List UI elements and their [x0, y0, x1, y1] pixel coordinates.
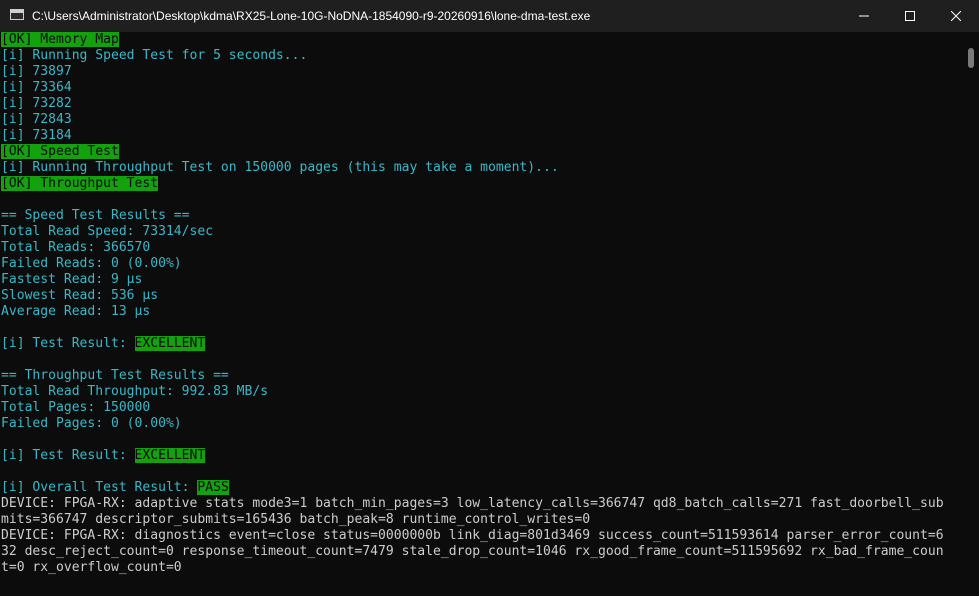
console-line: Slowest Read: 536 μs	[1, 288, 159, 303]
ok-tag: [OK]	[1, 144, 33, 159]
console-line: [i] 73364	[1, 80, 72, 95]
result-prefix: [i] Test Result:	[1, 448, 135, 463]
result-badge: EXCELLENT	[134, 336, 206, 351]
device-log-line: t=0 rx_overflow_count=0	[1, 560, 182, 575]
console-app-icon	[10, 9, 24, 20]
device-log-line: mits=366747 descriptor_submits=165436 ba…	[1, 512, 591, 527]
console-line: Total Read Speed: 73314/sec	[1, 224, 214, 239]
console-line: [OK] Memory Map	[0, 32, 963, 48]
section-heading: == Throughput Test Results ==	[1, 368, 229, 383]
console-line: [i] 73184	[1, 128, 72, 143]
console-line: [i] 73897	[1, 64, 72, 79]
close-button[interactable]	[933, 0, 979, 32]
console-line: [i] 72843	[1, 112, 72, 127]
title-bar[interactable]: C:\Users\Administrator\Desktop\kdma\RX25…	[0, 0, 979, 32]
console-output[interactable]: [OK] Memory Map [i] Running Speed Test f…	[0, 32, 963, 596]
device-log-line: DEVICE: FPGA-RX: adaptive stats mode3=1 …	[1, 496, 944, 511]
ok-label: Throughput Test	[32, 176, 159, 191]
result-prefix: [i] Test Result:	[1, 336, 135, 351]
maximize-button[interactable]	[887, 0, 933, 32]
device-log-line: 32 desc_reject_count=0 response_timeout_…	[1, 544, 944, 559]
minimize-button[interactable]	[841, 0, 887, 32]
console-line: [i] Running Throughput Test on 150000 pa…	[1, 160, 559, 175]
console-line: [i] Overall Test Result: PASS	[0, 480, 963, 496]
close-icon	[951, 11, 961, 21]
vertical-scrollbar[interactable]	[963, 32, 979, 596]
ok-tag: [OK]	[1, 32, 33, 47]
minimize-icon	[859, 15, 869, 17]
result-prefix: [i] Overall Test Result:	[1, 480, 198, 495]
terminal-window: C:\Users\Administrator\Desktop\kdma\RX25…	[0, 0, 979, 596]
ok-tag: [OK]	[1, 176, 33, 191]
console-line: Failed Reads: 0 (0.00%)	[1, 256, 182, 271]
window-title: C:\Users\Administrator\Desktop\kdma\RX25…	[32, 9, 591, 23]
console-line: Total Pages: 150000	[1, 400, 151, 415]
console-line: [i] Test Result: EXCELLENT	[0, 448, 963, 464]
device-log-line: DEVICE: FPGA-RX: diagnostics event=close…	[1, 528, 944, 543]
pass-badge: PASS	[197, 480, 229, 495]
console-line: Average Read: 13 μs	[1, 304, 151, 319]
section-heading: == Speed Test Results ==	[1, 208, 190, 223]
ok-label: Speed Test	[32, 144, 119, 159]
console-line: [i] 73282	[1, 96, 72, 111]
console-line: [i] Running Speed Test for 5 seconds...	[1, 48, 308, 63]
console-line: [OK] Speed Test	[0, 144, 963, 160]
console-line: Failed Pages: 0 (0.00%)	[1, 416, 182, 431]
console-line: Total Read Throughput: 992.83 MB/s	[1, 384, 269, 399]
scrollbar-thumb[interactable]	[968, 48, 974, 68]
result-badge: EXCELLENT	[134, 448, 206, 463]
console-line: [OK] Throughput Test	[0, 176, 963, 192]
ok-label: Memory Map	[32, 32, 119, 47]
console-line: [i] Test Result: EXCELLENT	[0, 336, 963, 352]
maximize-icon	[905, 11, 915, 21]
console-line: Total Reads: 366570	[1, 240, 151, 255]
console-line: Fastest Read: 9 μs	[1, 272, 143, 287]
